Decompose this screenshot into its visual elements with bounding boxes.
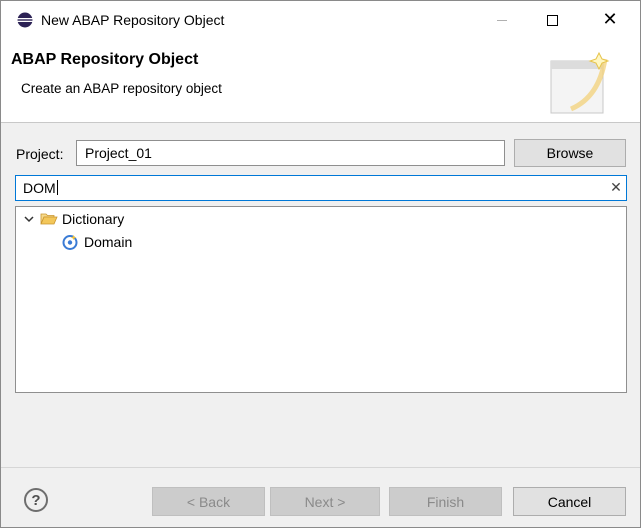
browse-button[interactable]: Browse bbox=[514, 139, 626, 167]
window-title: New ABAP Repository Object bbox=[41, 12, 225, 28]
footer-divider bbox=[1, 467, 640, 468]
help-button[interactable]: ? bbox=[24, 488, 48, 512]
maximize-button[interactable] bbox=[529, 1, 575, 39]
minimize-icon bbox=[497, 19, 507, 21]
dialog-window: New ABAP Repository Object ✕ ABAP Reposi… bbox=[0, 0, 641, 528]
close-button[interactable]: ✕ bbox=[587, 1, 633, 39]
page-title: ABAP Repository Object bbox=[11, 51, 199, 68]
page-description: Create an ABAP repository object bbox=[21, 81, 222, 96]
minimize-button[interactable] bbox=[479, 1, 525, 39]
tree-item-label: Dictionary bbox=[62, 211, 125, 227]
project-label: Project: bbox=[16, 146, 64, 162]
filter-text: DOM bbox=[23, 180, 58, 196]
project-field[interactable]: Project_01 bbox=[76, 140, 505, 166]
object-type-tree[interactable]: Dictionary Domain bbox=[15, 206, 627, 393]
domain-icon bbox=[62, 235, 78, 250]
back-button[interactable]: < Back bbox=[152, 487, 265, 516]
wizard-banner-icon bbox=[550, 51, 610, 114]
wizard-banner: ABAP Repository Object Create an ABAP re… bbox=[1, 39, 640, 123]
folder-open-icon bbox=[40, 213, 58, 225]
cancel-button[interactable]: Cancel bbox=[513, 487, 626, 516]
help-icon: ? bbox=[31, 491, 41, 509]
text-cursor bbox=[56, 180, 58, 195]
close-icon: ✕ bbox=[602, 9, 618, 30]
tree-item-domain[interactable]: Domain bbox=[62, 232, 132, 252]
maximize-icon bbox=[546, 14, 558, 26]
finish-button[interactable]: Finish bbox=[389, 487, 502, 516]
chevron-down-icon[interactable] bbox=[22, 212, 36, 226]
filter-input[interactable]: DOM ✕ bbox=[15, 175, 627, 201]
title-bar: New ABAP Repository Object ✕ bbox=[1, 1, 640, 39]
clear-icon[interactable]: ✕ bbox=[608, 179, 624, 197]
tree-item-label: Domain bbox=[84, 234, 133, 250]
eclipse-icon bbox=[17, 12, 33, 28]
next-button[interactable]: Next > bbox=[270, 487, 380, 516]
tree-item-dictionary[interactable]: Dictionary bbox=[22, 209, 124, 229]
